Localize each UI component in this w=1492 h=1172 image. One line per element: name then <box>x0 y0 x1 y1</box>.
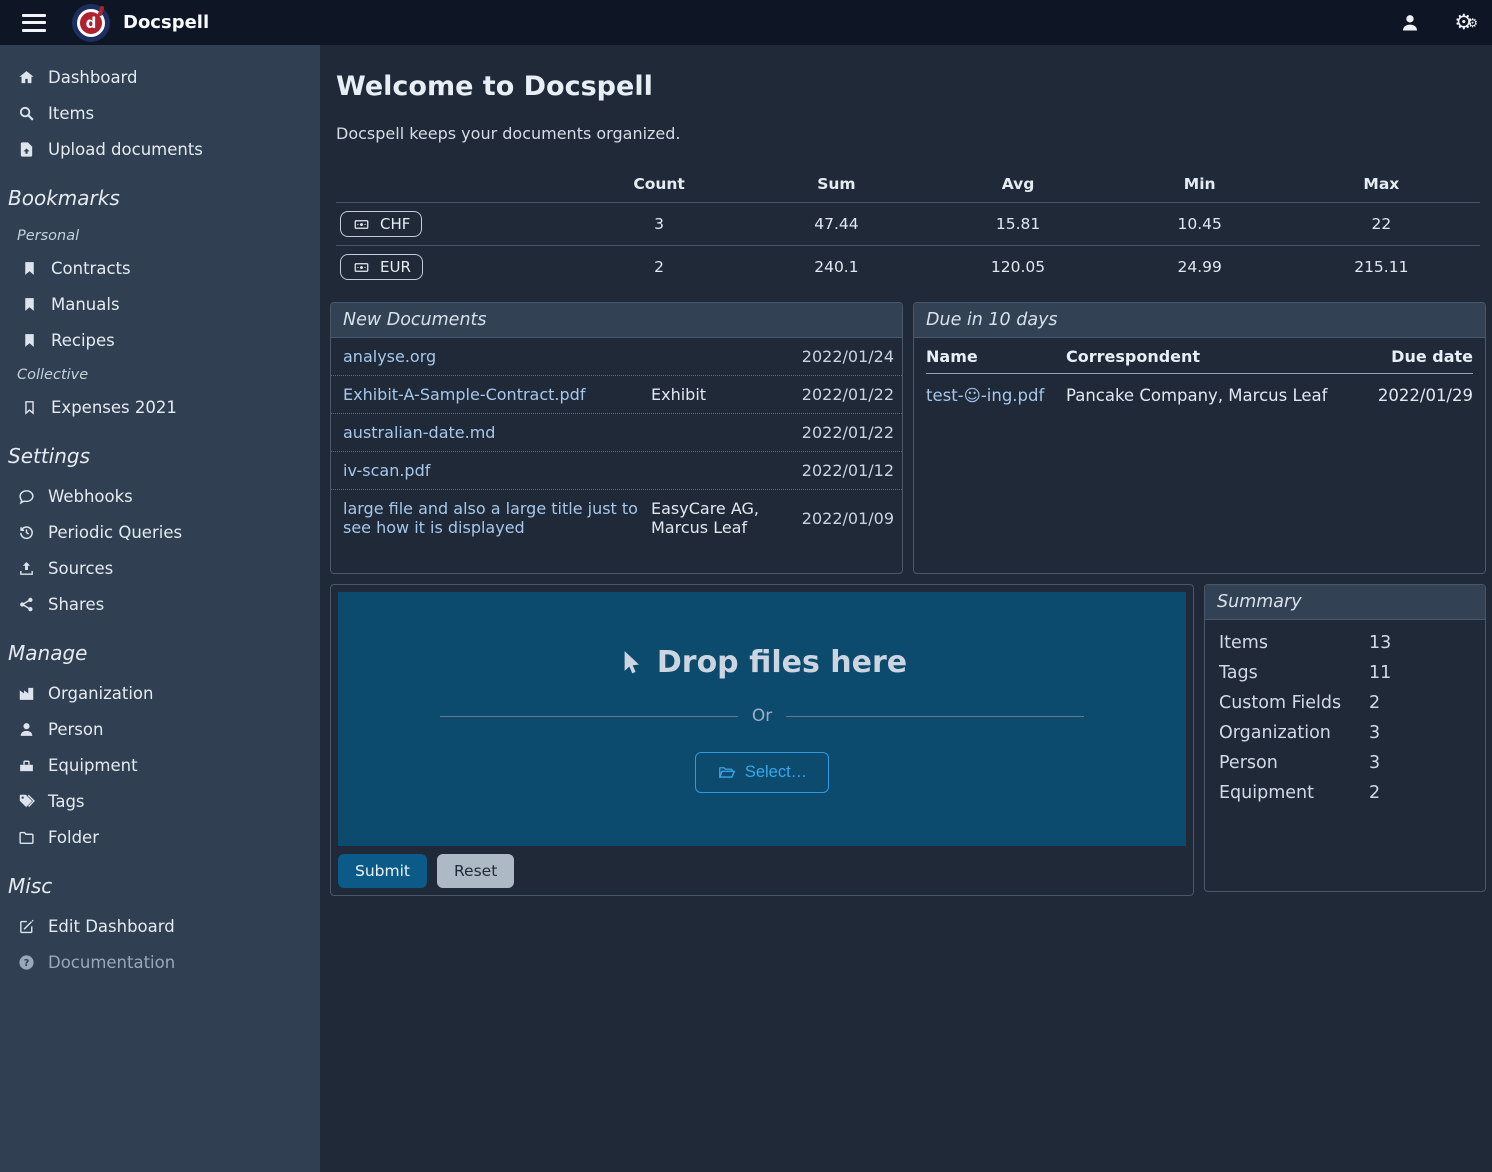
sidebar-item-shares[interactable]: Shares <box>0 587 320 622</box>
mouse-pointer-icon <box>617 649 643 677</box>
search-icon <box>18 105 35 122</box>
bookmark-icon <box>21 296 38 313</box>
summary-row: Equipment2 <box>1205 778 1485 808</box>
topbar: d Docspell ⚙⚙ <box>0 0 1492 45</box>
new-documents-list: analyse.org 2022/01/24 Exhibit-A-Sample-… <box>331 338 902 546</box>
collective-header: Collective <box>0 359 320 389</box>
person-icon <box>18 721 35 738</box>
document-link[interactable]: test-☺-ing.pdf <box>926 386 1066 405</box>
svg-text:?: ? <box>24 958 30 969</box>
due-panel: Due in 10 days Name Correspondent Due da… <box>913 302 1486 574</box>
upload-panel: Drop files here Or Select… Submit Reset <box>330 584 1194 896</box>
document-link[interactable]: australian-date.md <box>343 423 643 442</box>
new-documents-header: New Documents <box>331 303 902 338</box>
drop-files-label: Drop files here <box>617 645 907 680</box>
summary-header: Summary <box>1205 585 1485 620</box>
folder-open-icon <box>717 764 736 781</box>
money-bill-icon <box>352 260 371 275</box>
personal-header: Personal <box>0 220 320 250</box>
page-subtitle: Docspell keeps your documents organized. <box>336 124 1486 143</box>
sidebar-item-webhooks[interactable]: Webhooks <box>0 479 320 514</box>
history-icon <box>18 524 35 541</box>
summary-row: Tags11 <box>1205 658 1485 688</box>
file-dropzone[interactable]: Drop files here Or Select… <box>338 592 1186 846</box>
sidebar-item-recipes[interactable]: Recipes <box>0 323 320 358</box>
submit-button[interactable]: Submit <box>338 854 427 888</box>
document-link[interactable]: Exhibit-A-Sample-Contract.pdf <box>343 385 643 404</box>
currency-badge: CHF <box>340 211 422 237</box>
bookmark-icon <box>21 260 38 277</box>
stats-header-row: Count Sum Avg Min Max <box>336 169 1480 203</box>
summary-row: Items13 <box>1205 628 1485 658</box>
select-files-button[interactable]: Select… <box>695 752 829 793</box>
comment-icon <box>18 488 35 505</box>
summary-row: Custom Fields2 <box>1205 688 1485 718</box>
document-row: australian-date.md 2022/01/22 <box>331 414 902 452</box>
document-link[interactable]: analyse.org <box>343 347 643 366</box>
summary-row: Organization3 <box>1205 718 1485 748</box>
industry-icon <box>18 685 35 702</box>
document-row: iv-scan.pdf 2022/01/12 <box>331 452 902 490</box>
sidebar-item-items[interactable]: Items <box>0 96 320 131</box>
share-icon <box>18 596 35 613</box>
bookmarks-header: Bookmarks <box>0 168 320 220</box>
due-row: test-☺-ing.pdf Pancake Company, Marcus L… <box>926 374 1473 417</box>
or-divider: Or <box>440 706 1084 726</box>
sidebar-item-contracts[interactable]: Contracts <box>0 251 320 286</box>
toolbox-icon <box>18 757 35 774</box>
sidebar-item-equipment[interactable]: Equipment <box>0 748 320 783</box>
summary-row: Person3 <box>1205 748 1485 778</box>
sidebar-item-upload-documents[interactable]: Upload documents <box>0 132 320 167</box>
app-title: Docspell <box>123 12 209 33</box>
document-link[interactable]: iv-scan.pdf <box>343 461 643 480</box>
edit-icon <box>18 918 35 935</box>
new-documents-panel: New Documents analyse.org 2022/01/24 Exh… <box>330 302 903 574</box>
sidebar: Dashboard Items Upload documents Bookmar… <box>0 45 320 1172</box>
home-icon <box>18 69 35 86</box>
stats-row-chf: CHF 3 47.44 15.81 10.45 22 <box>336 203 1480 246</box>
upload-icon <box>18 560 35 577</box>
sidebar-item-manuals[interactable]: Manuals <box>0 287 320 322</box>
sidebar-item-expenses-2021[interactable]: Expenses 2021 <box>0 390 320 425</box>
due-table-header: Name Correspondent Due date <box>926 338 1473 374</box>
sidebar-item-periodic-queries[interactable]: Periodic Queries <box>0 515 320 550</box>
tags-icon <box>18 793 35 810</box>
reset-button[interactable]: Reset <box>437 854 514 888</box>
manage-header: Manage <box>0 623 320 675</box>
sidebar-item-dashboard[interactable]: Dashboard <box>0 60 320 95</box>
sidebar-item-edit-dashboard[interactable]: Edit Dashboard <box>0 909 320 944</box>
sidebar-item-organization[interactable]: Organization <box>0 676 320 711</box>
document-link[interactable]: large file and also a large title just t… <box>343 499 643 537</box>
docspell-logo[interactable]: d <box>72 4 110 42</box>
sidebar-item-documentation[interactable]: ? Documentation <box>0 945 320 980</box>
user-icon[interactable] <box>1400 13 1420 33</box>
gear-icon[interactable]: ⚙⚙ <box>1454 12 1472 33</box>
bookmark-icon <box>21 332 38 349</box>
menu-icon[interactable] <box>22 14 46 32</box>
file-upload-icon <box>18 141 35 158</box>
folder-icon <box>18 829 35 846</box>
currency-badge: EUR <box>340 254 423 280</box>
document-row: analyse.org 2022/01/24 <box>331 338 902 376</box>
page-title: Welcome to Docspell <box>336 71 1486 102</box>
question-icon: ? <box>18 954 35 971</box>
document-row: large file and also a large title just t… <box>331 490 902 546</box>
sidebar-item-sources[interactable]: Sources <box>0 551 320 586</box>
main-content: Welcome to Docspell Docspell keeps your … <box>320 45 1492 1172</box>
due-header: Due in 10 days <box>914 303 1485 338</box>
summary-panel: Summary Items13 Tags11 Custom Fields2 Or… <box>1204 584 1486 892</box>
sidebar-item-folder[interactable]: Folder <box>0 820 320 855</box>
misc-header: Misc <box>0 856 320 908</box>
sidebar-item-tags[interactable]: Tags <box>0 784 320 819</box>
sidebar-item-person[interactable]: Person <box>0 712 320 747</box>
money-bill-icon <box>352 217 371 232</box>
stats-table: Count Sum Avg Min Max CHF 3 47.44 15.81 … <box>336 169 1480 288</box>
document-row: Exhibit-A-Sample-Contract.pdf Exhibit 20… <box>331 376 902 414</box>
bookmark-outline-icon <box>21 399 38 416</box>
settings-header: Settings <box>0 426 320 478</box>
stats-row-eur: EUR 2 240.1 120.05 24.99 215.11 <box>336 246 1480 289</box>
